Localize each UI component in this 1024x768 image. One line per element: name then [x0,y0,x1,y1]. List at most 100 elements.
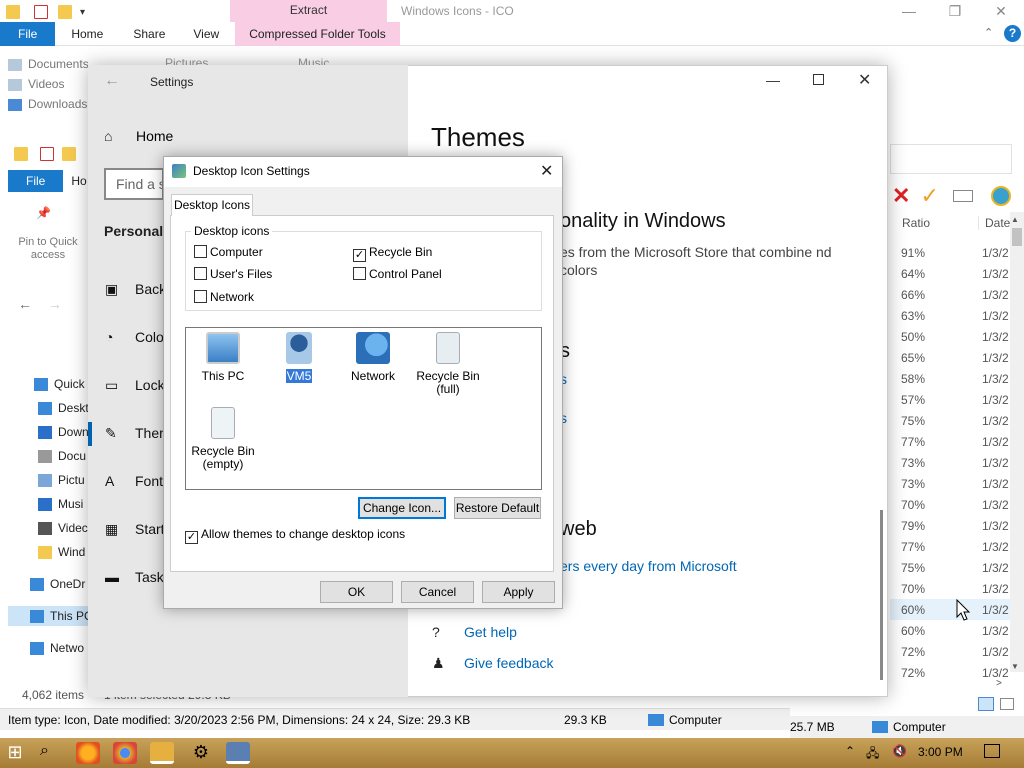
chrome-icon[interactable] [113,742,137,764]
start-icon[interactable]: ⊞ [3,742,27,764]
globe-icon[interactable] [990,186,1011,206]
settings-menu-item[interactable]: ▦ Start [105,521,165,538]
nav-item[interactable]: OneDr [30,577,85,592]
date-column-header[interactable]: Date [978,216,1010,230]
checkbox-allow-themes[interactable]: ✓ Allow themes to change desktop icons [185,527,405,544]
tab-share[interactable]: Share [119,22,179,46]
give-feedback-link[interactable]: ♟ Give feedback [432,655,554,672]
nav-item[interactable]: Wind [38,545,85,560]
settings-menu-item[interactable]: ◔ Colo [105,329,164,345]
web-link[interactable]: ers every day from Microsoft [560,558,737,574]
library-item[interactable]: Documents [8,54,89,74]
nav-item[interactable]: Quick [34,377,85,392]
minimize-icon[interactable]: — [886,3,932,19]
back-arrow-icon[interactable]: ← [104,72,120,90]
file-explorer-icon[interactable] [150,742,174,764]
tab-desktop-icons[interactable]: Desktop Icons [171,194,253,216]
icon-recycle-bin-empty[interactable]: Recycle Bin (empty) [187,407,259,471]
new-folder-icon[interactable] [58,5,72,19]
apply-button[interactable]: Apply [482,581,555,603]
library-list: Documents Videos Downloads [8,54,89,114]
tab-file[interactable]: File [8,170,64,192]
help-icon[interactable]: ? [1004,25,1021,42]
close-icon[interactable]: ✕ [540,161,553,181]
ok-button[interactable]: OK [320,581,393,603]
settings-gear-icon[interactable]: ⚙ [189,742,213,764]
nav-item[interactable]: Videc [38,521,88,536]
notifications-icon[interactable] [984,744,1000,758]
checkbox-network[interactable]: Network [194,290,254,304]
delete-icon[interactable]: ✕ [892,183,910,209]
cancel-button[interactable]: Cancel [401,581,474,603]
checkbox-computer[interactable]: Computer [194,245,263,259]
folder-icon[interactable] [14,147,28,161]
taskbar-clock[interactable]: 3:00 PM [918,745,963,759]
checkbox-users-files[interactable]: User's Files [194,267,272,281]
icon-network[interactable]: Network [337,332,409,383]
library-item[interactable]: Downloads [8,94,89,114]
checkbox-recycle-bin[interactable]: ✓ Recycle Bin [353,245,432,262]
nav-item[interactable]: Deskt [38,401,89,416]
nav-item[interactable]: Netwo [30,641,84,656]
settings-search-input[interactable]: Find a s [104,168,164,200]
close-icon[interactable]: ✕ [978,3,1024,20]
rename-icon[interactable] [952,190,973,202]
settings-menu-item[interactable]: ▭ Lock [105,377,165,394]
list-scrollbar[interactable] [1010,212,1024,672]
details-view-icon[interactable] [978,697,994,711]
nav-item[interactable]: Down [38,425,89,440]
back-arrow-icon[interactable]: ← [18,296,32,312]
library-item[interactable]: Videos [8,74,89,94]
icon-this-pc[interactable]: This PC [187,332,259,383]
settings-menu-item[interactable]: ▬ Task [105,569,164,585]
icon-recycle-bin-full[interactable]: Recycle Bin (full) [412,332,484,396]
settings-menu-item[interactable]: A Fonts [105,473,170,489]
tab-file[interactable]: File [0,21,56,46]
tab-compressed-folder-tools[interactable]: Compressed Folder Tools [235,21,400,46]
check-icon[interactable]: ✓ [920,183,938,209]
nav-item[interactable]: Pictu [38,473,85,488]
list-scroll-thumb[interactable] [1012,228,1022,246]
minimize-icon[interactable]: — [766,72,780,88]
close-icon[interactable]: ✕ [858,70,871,90]
properties-icon[interactable] [34,5,48,19]
change-icon-button[interactable]: Change Icon... [358,497,446,519]
nav-item[interactable]: Musi [38,497,83,512]
get-help-link[interactable]: ? Get help [432,624,517,640]
tab-view[interactable]: View [179,22,233,46]
volume-muted-icon[interactable]: 🔇 [892,744,907,758]
settings-window-title: Settings [150,75,194,89]
ribbon-expand-icon[interactable]: ⌃ [984,26,993,39]
scroll-down-icon[interactable]: ▼ [1011,662,1019,671]
tab-home[interactable]: Home [55,22,119,46]
checkbox-control-panel[interactable]: Control Panel [353,267,442,281]
ratio-column-header[interactable]: Ratio [902,216,972,230]
settings-home-link[interactable]: ⌂ Home [104,128,173,144]
nav-item[interactable]: Docu [38,449,86,464]
tiles-view-icon[interactable] [1000,698,1014,710]
folder-icon[interactable] [6,5,20,19]
firefox-icon[interactable] [76,742,100,764]
display-settings-icon[interactable] [226,742,250,764]
search-icon[interactable]: ⌕ [40,742,49,760]
folder-icon [30,642,44,656]
settings-scrollbar[interactable] [880,510,883,680]
restore-default-button[interactable]: Restore Default [454,497,541,519]
maximize-icon[interactable]: ❐ [932,3,978,20]
scroll-right-icon[interactable]: > [996,678,1002,689]
properties-icon[interactable] [40,147,54,161]
scroll-up-icon[interactable]: ▲ [1011,215,1019,224]
settings-menu-item[interactable]: ✎ Them [105,425,171,442]
icon-vm5[interactable]: VM5 [263,332,335,384]
maximize-icon[interactable] [813,74,824,85]
show-hidden-icons-icon[interactable]: ⌃ [845,744,855,758]
network-tray-icon[interactable]: 🖧 [866,744,879,765]
search-box[interactable] [890,144,1012,174]
status-size: 29.3 KB [564,712,607,727]
nav-item[interactable]: This PC [30,609,93,624]
customize-toolbar-icon[interactable]: ▾ [80,7,85,18]
settings-menu-item[interactable]: ▣ Back [105,281,166,298]
forward-arrow-icon[interactable]: → [48,296,62,312]
pin-to-quick-access-button[interactable]: Pin to Quick access [12,236,84,262]
new-folder-icon[interactable] [62,147,76,161]
